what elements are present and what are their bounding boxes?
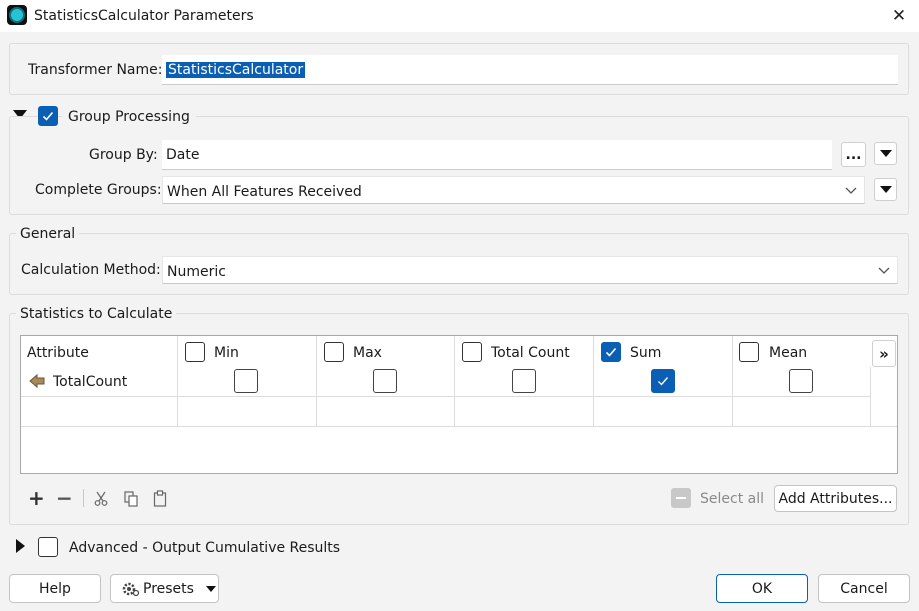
total-count-row-checkbox[interactable] — [512, 369, 536, 393]
chevron-down-icon — [878, 267, 890, 274]
row-divider — [21, 426, 897, 427]
gear-icon — [122, 582, 140, 596]
paste-icon[interactable] — [153, 490, 167, 507]
more-columns-button[interactable]: » — [872, 340, 896, 367]
presets-label: Presets — [143, 580, 194, 597]
general-label: General — [16, 224, 80, 244]
max-row-checkbox[interactable] — [373, 369, 397, 393]
complete-groups-menu-button[interactable] — [874, 178, 897, 201]
add-attributes-button[interactable]: Add Attributes... — [774, 485, 897, 512]
close-icon[interactable]: ✕ — [886, 3, 912, 29]
minus-icon — [676, 497, 686, 499]
complete-groups-label: Complete Groups: — [35, 182, 162, 198]
group-by-label: Group By: — [89, 147, 158, 163]
chevron-down-icon — [845, 187, 857, 194]
sum-row-checkbox[interactable] — [651, 369, 675, 393]
statistics-label: Statistics to Calculate — [16, 304, 177, 324]
expand-triangle-icon[interactable] — [16, 539, 25, 553]
advanced-checkbox[interactable] — [38, 537, 58, 557]
column-divider — [870, 367, 871, 426]
check-icon — [605, 347, 617, 357]
toolbar-divider — [83, 489, 84, 507]
min-row-checkbox[interactable] — [234, 369, 258, 393]
group-processing-label: Group Processing — [62, 107, 196, 127]
check-icon — [658, 377, 669, 386]
table-row[interactable] — [21, 367, 870, 396]
advanced-label: Advanced - Output Cumulative Results — [69, 540, 341, 556]
sum-header-checkbox[interactable] — [601, 342, 621, 362]
row-divider — [21, 396, 870, 397]
calculation-method-select[interactable]: Numeric — [162, 256, 898, 284]
presets-button[interactable]: Presets — [110, 574, 219, 603]
app-icon — [7, 5, 27, 25]
total-count-header-checkbox[interactable] — [462, 342, 482, 362]
help-button[interactable]: Help — [9, 574, 101, 603]
transformer-name-label: Transformer Name: — [28, 62, 163, 78]
group-by-input[interactable]: Date — [162, 140, 832, 170]
group-by-menu-button[interactable] — [874, 142, 897, 165]
attribute-arrow-icon — [29, 373, 45, 389]
cut-icon[interactable] — [94, 491, 108, 507]
complete-groups-select[interactable]: When All Features Received — [162, 176, 865, 204]
transformer-name-input[interactable]: StatisticsCalculator — [162, 55, 898, 85]
group-processing-checkbox[interactable] — [38, 106, 58, 126]
dropdown-arrow-icon — [205, 585, 216, 592]
transformer-name-value: StatisticsCalculator — [166, 62, 306, 78]
group-by-browse-button[interactable]: ... — [841, 142, 866, 167]
remove-row-icon[interactable]: − — [56, 488, 73, 508]
ok-button[interactable]: OK — [716, 574, 808, 603]
min-header-checkbox[interactable] — [185, 342, 205, 362]
max-header-checkbox[interactable] — [324, 342, 344, 362]
select-all-checkbox[interactable] — [671, 488, 691, 508]
add-row-icon[interactable]: + — [28, 488, 45, 508]
copy-icon[interactable] — [124, 491, 138, 507]
cancel-button[interactable]: Cancel — [818, 574, 910, 603]
mean-row-checkbox[interactable] — [789, 369, 813, 393]
attribute-cell: TotalCount — [53, 374, 128, 390]
mean-header-checkbox[interactable] — [739, 342, 759, 362]
select-all-label: Select all — [700, 491, 764, 507]
complete-groups-value: When All Features Received — [167, 184, 362, 200]
calculation-method-value: Numeric — [167, 264, 226, 280]
check-icon — [42, 111, 54, 121]
window-title: StatisticsCalculator Parameters — [34, 8, 254, 24]
dropdown-arrow-icon — [879, 150, 892, 157]
dropdown-arrow-icon — [879, 186, 892, 193]
statistics-table: Attribute Min Max Total Count Sum Mean »… — [20, 335, 898, 474]
calculation-method-label: Calculation Method: — [21, 262, 161, 278]
